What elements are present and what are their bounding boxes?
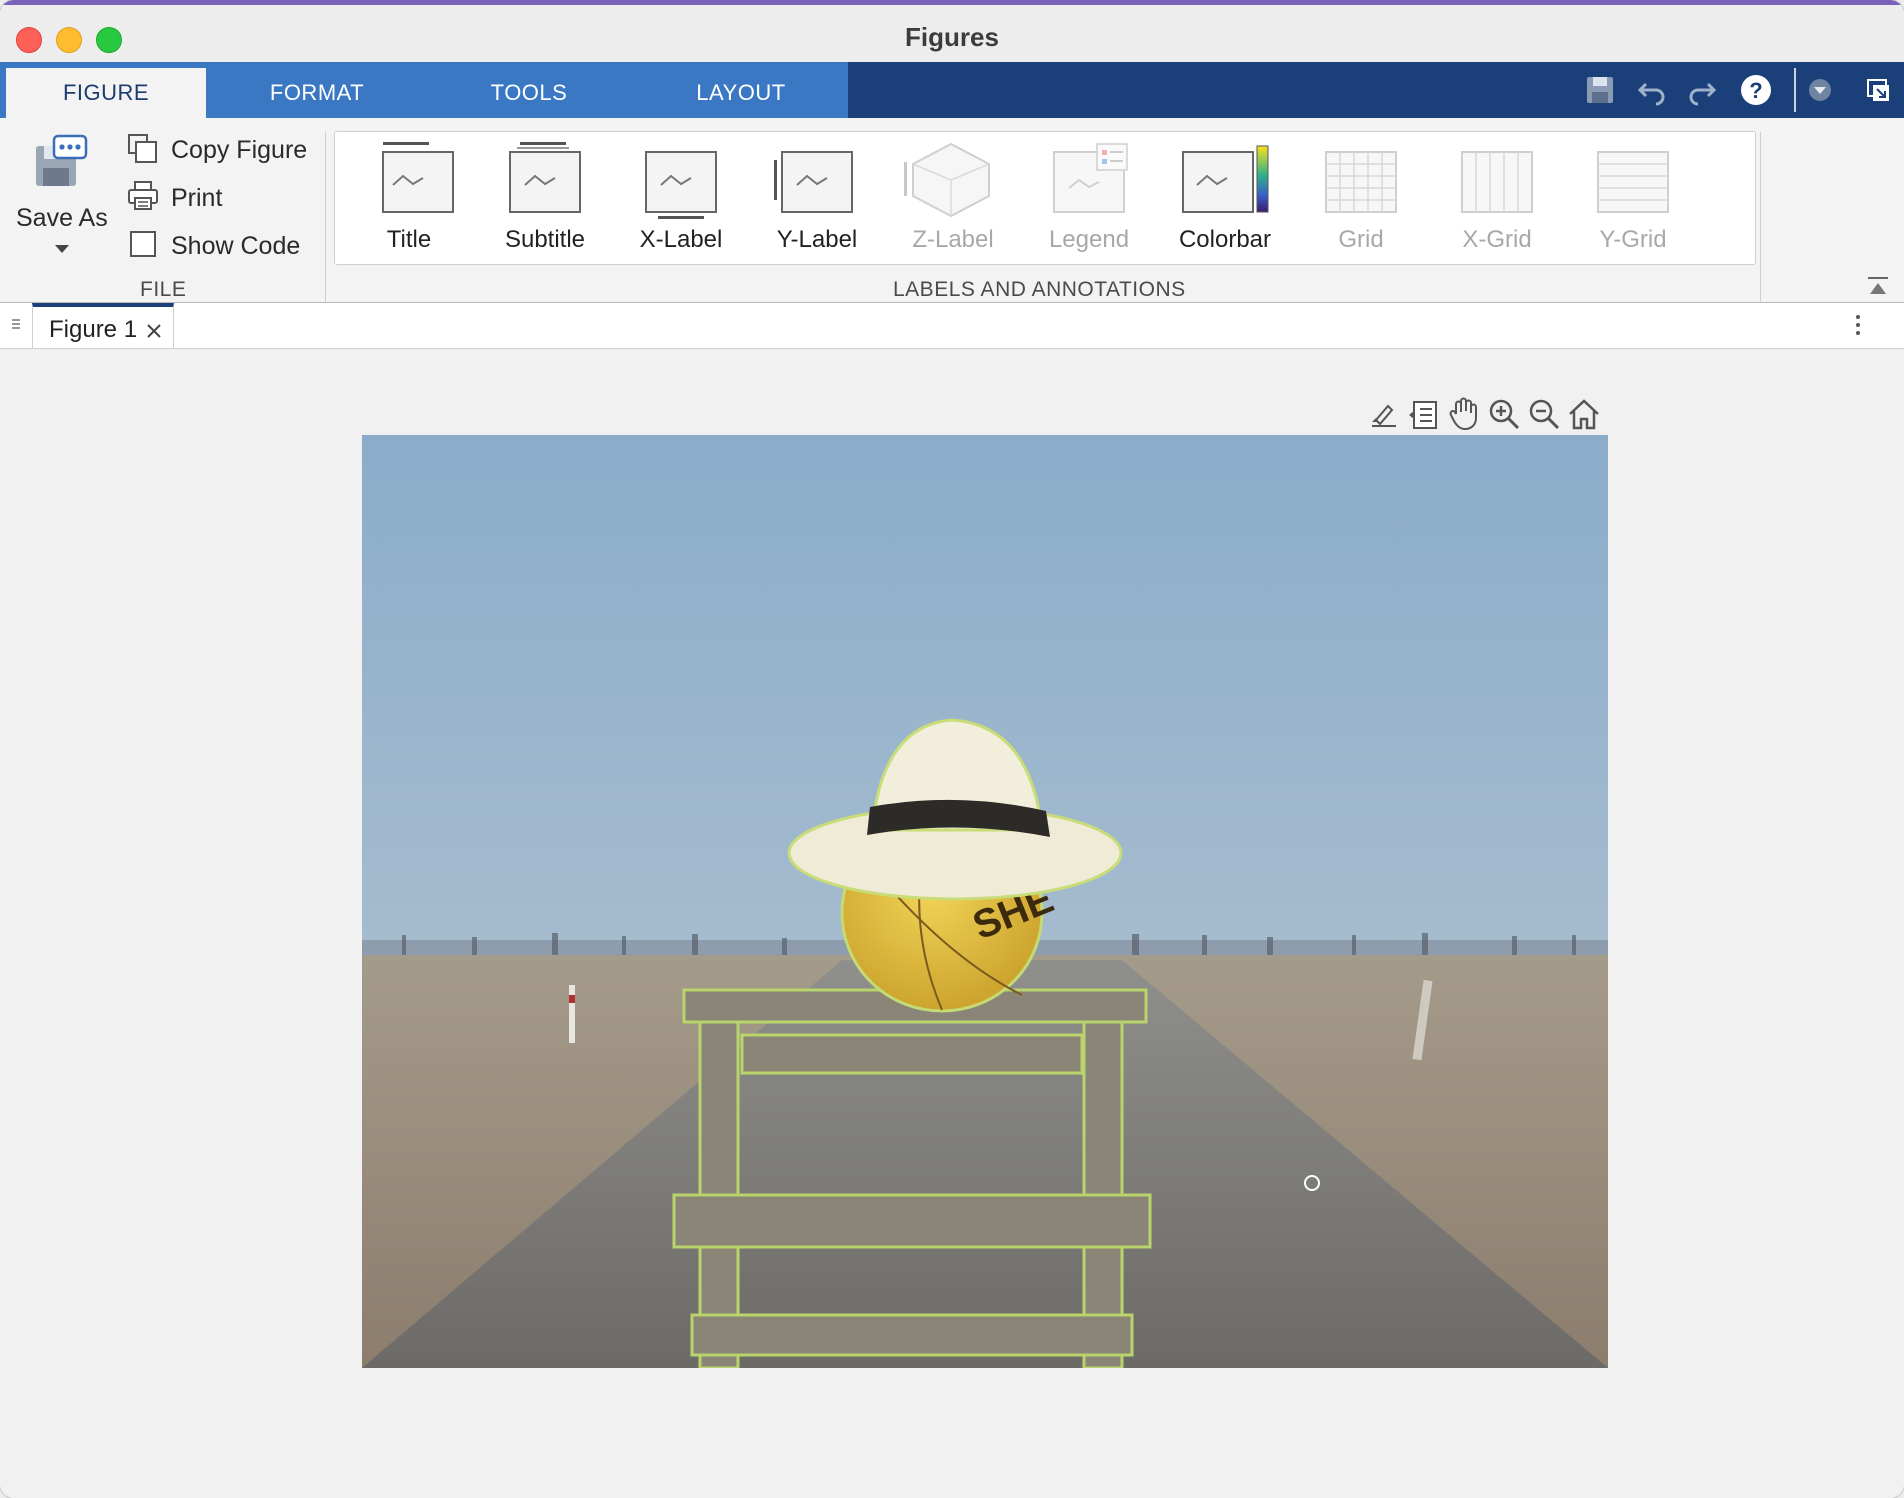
section-divider bbox=[325, 132, 326, 302]
print-icon bbox=[126, 180, 160, 217]
close-icon[interactable] bbox=[145, 322, 163, 340]
legend-label: Legend bbox=[1048, 226, 1130, 253]
ygrid-icon bbox=[1597, 151, 1669, 213]
show-code-checkbox[interactable] bbox=[130, 231, 156, 257]
subtitle-button[interactable]: Subtitle bbox=[477, 132, 613, 264]
ribbon: Save As Copy Figure Print Show Code FILE bbox=[0, 118, 1904, 303]
show-code-label[interactable]: Show Code bbox=[171, 232, 300, 261]
xlabel-label: X-Label bbox=[639, 226, 723, 253]
zlabel-label: Z-Label bbox=[912, 226, 994, 253]
save-icon[interactable] bbox=[1582, 72, 1618, 108]
title-label: Title bbox=[386, 226, 432, 253]
title-button[interactable]: Title bbox=[341, 132, 477, 264]
tab-layout[interactable]: LAYOUT bbox=[636, 68, 846, 118]
ylabel-label: Y-Label bbox=[776, 226, 858, 253]
tab-tools[interactable]: TOOLS bbox=[424, 68, 634, 118]
save-as-button[interactable] bbox=[30, 132, 90, 197]
pan-icon[interactable] bbox=[1446, 394, 1482, 432]
title-bar: Figures bbox=[0, 0, 1904, 62]
toolbar-divider bbox=[1794, 68, 1796, 112]
save-as-dropdown-icon[interactable] bbox=[54, 242, 70, 260]
ylabel-icon bbox=[774, 151, 853, 213]
copy-figure-button[interactable]: Copy Figure bbox=[171, 136, 307, 165]
svg-text:?: ? bbox=[1749, 78, 1762, 103]
section-divider bbox=[1760, 132, 1761, 302]
home-icon[interactable] bbox=[1566, 396, 1602, 432]
legend-icon bbox=[1053, 143, 1128, 213]
undock-icon[interactable] bbox=[1860, 72, 1896, 108]
xgrid-button[interactable]: X-Grid bbox=[1429, 132, 1565, 264]
redo-icon[interactable] bbox=[1684, 72, 1720, 108]
document-tab-figure-1[interactable]: Figure 1 bbox=[32, 303, 174, 348]
xgrid-icon bbox=[1461, 151, 1533, 213]
collapse-ribbon-icon[interactable] bbox=[1866, 274, 1890, 303]
xlabel-button[interactable]: X-Label bbox=[613, 132, 749, 264]
save-as-icon bbox=[36, 134, 88, 186]
brush-icon[interactable] bbox=[1366, 396, 1402, 432]
figures-window: Figures FIGURE FORMAT TOOLS LAYOUT ? Sav… bbox=[0, 0, 1904, 1498]
scene-image: SHE bbox=[362, 435, 1608, 1368]
datatip-icon[interactable] bbox=[1406, 396, 1442, 432]
save-as-label[interactable]: Save As bbox=[16, 204, 108, 233]
grid-label: Grid bbox=[1338, 226, 1384, 253]
ygrid-button[interactable]: Y-Grid bbox=[1565, 132, 1701, 264]
window-title: Figures bbox=[905, 22, 999, 52]
zoom-out-icon[interactable] bbox=[1526, 396, 1562, 432]
ygrid-label: Y-Grid bbox=[1599, 226, 1667, 253]
colorbar-button[interactable]: Colorbar bbox=[1157, 132, 1293, 264]
zlabel-button[interactable]: Z-Label bbox=[885, 132, 1021, 264]
zoom-in-icon[interactable] bbox=[1486, 396, 1522, 432]
grid-icon bbox=[1325, 151, 1397, 213]
tab-format[interactable]: FORMAT bbox=[212, 68, 422, 118]
axes-toolbar bbox=[1366, 394, 1606, 434]
xgrid-label: X-Grid bbox=[1462, 226, 1532, 253]
file-section-label: FILE bbox=[140, 278, 187, 301]
labels-gallery: Title Subtitle X-Label Y-Label Z-Label L… bbox=[334, 131, 1756, 265]
title-icon bbox=[382, 142, 454, 213]
more-options-icon[interactable] bbox=[1854, 313, 1862, 342]
help-icon[interactable]: ? bbox=[1738, 72, 1774, 108]
legend-button[interactable]: Legend bbox=[1021, 132, 1157, 264]
ribbon-tab-bar: FIGURE FORMAT TOOLS LAYOUT ? bbox=[0, 62, 1904, 118]
copy-figure-icon bbox=[126, 132, 160, 169]
tab-figure[interactable]: FIGURE bbox=[6, 68, 206, 118]
panel-grip-icon[interactable] bbox=[10, 317, 22, 338]
grid-button[interactable]: Grid bbox=[1293, 132, 1429, 264]
subtitle-icon bbox=[509, 142, 581, 213]
colorbar-icon bbox=[1182, 145, 1269, 213]
ylabel-button[interactable]: Y-Label bbox=[749, 132, 885, 264]
undo-icon[interactable] bbox=[1634, 72, 1670, 108]
xlabel-icon bbox=[645, 151, 717, 219]
document-tab-bar: Figure 1 bbox=[0, 303, 1904, 349]
zlabel-icon bbox=[904, 142, 990, 218]
quick-access-dropdown-icon[interactable] bbox=[1802, 72, 1838, 108]
document-tab-label: Figure 1 bbox=[49, 316, 138, 343]
colorbar-label: Colorbar bbox=[1178, 226, 1272, 253]
subtitle-label: Subtitle bbox=[504, 226, 586, 253]
print-button[interactable]: Print bbox=[171, 184, 222, 213]
figure-image[interactable]: SHE bbox=[362, 435, 1608, 1368]
labels-section-label: LABELS AND ANNOTATIONS bbox=[893, 278, 1186, 301]
